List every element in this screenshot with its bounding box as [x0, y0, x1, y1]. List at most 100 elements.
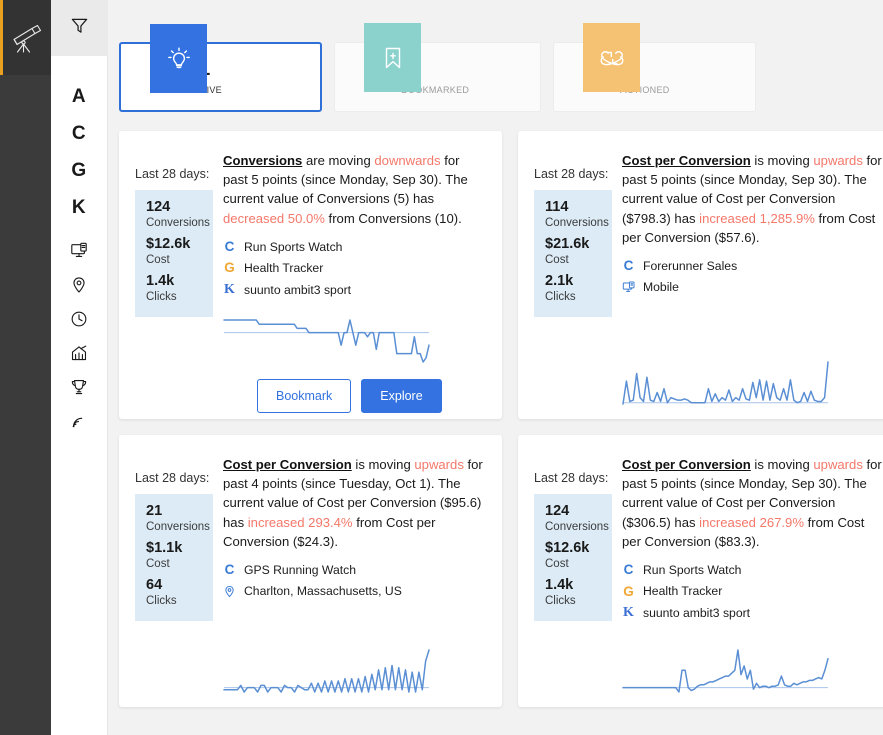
icon-sidebar: A C G K	[50, 0, 108, 735]
sparkline-chart	[534, 647, 883, 695]
dimension-label: Charlton, Massachusetts, US	[244, 584, 402, 599]
signal-rss-icon	[70, 412, 88, 430]
metric-value: 64	[146, 577, 163, 594]
sidebar-item-time[interactable]	[51, 302, 108, 336]
insight-sentence: Cost per Conversion is moving upwards fo…	[223, 455, 486, 551]
sentence-delta: increased 293.4%	[247, 514, 353, 530]
dimension-badge-k: K	[623, 605, 634, 621]
explore-button[interactable]: Explore	[361, 378, 442, 413]
sparkline-chart	[135, 317, 486, 365]
metric-value: $12.6k	[545, 540, 590, 557]
card-actions: Bookmark Explore	[135, 378, 486, 413]
dimension-row: Ksuunto ambit3 sport	[223, 282, 486, 297]
dimension-badge-g: G	[623, 583, 634, 599]
metrics-heading: Last 28 days:	[135, 471, 210, 485]
insight-card-body: Last 28 days: 124 Conversions $12.6k Cost 1.4…	[135, 145, 486, 317]
sidebar-item-location[interactable]	[51, 268, 108, 302]
metrics-heading: Last 28 days:	[534, 167, 609, 181]
main-content: 21 Active 1 Bookmarked	[108, 0, 883, 735]
sentence-tail: from Conversions (10).	[324, 210, 462, 226]
metric-name: Cost	[545, 557, 569, 570]
insight-card[interactable]: Last 28 days: 114 Conversions $21.6k Cost 2.1…	[518, 131, 883, 419]
location-pin-icon	[70, 276, 88, 294]
sentence-trend: upwards	[414, 457, 464, 472]
dimension-row: Charlton, Massachusetts, US	[223, 585, 486, 598]
sidebar-item-k[interactable]: K	[51, 189, 108, 226]
dimension-badge-c: C	[623, 562, 634, 578]
sentence-trend: downwards	[374, 153, 441, 168]
dimension-list: C Forerunner Sales Mobile	[622, 259, 883, 294]
metric-value: 124	[146, 199, 171, 215]
sentence-metric-name[interactable]: Cost per Conversion	[223, 457, 352, 472]
metric-value: 114	[545, 199, 569, 215]
sentence-metric-name[interactable]: Cost per Conversion	[622, 457, 751, 472]
status-icon-active	[150, 24, 207, 93]
sidebar-item-feed[interactable]	[51, 404, 108, 438]
dimension-list: C Run Sports Watch G Health Tracker Ksuunto …	[622, 563, 883, 620]
device-monitor-icon	[622, 281, 635, 294]
bookmark-icon	[379, 44, 407, 72]
dimension-label: Health Tracker	[643, 584, 723, 599]
status-icon-actioned	[583, 23, 640, 92]
telescope-logo[interactable]	[0, 0, 51, 75]
metric-value: 2.1k	[545, 273, 574, 290]
sentence-trend: upwards	[813, 457, 863, 472]
insight-card-grid: Last 28 days: 124 Conversions $12.6k Cost 1.4…	[119, 131, 883, 707]
dimension-label: suunto ambit3 sport	[244, 282, 352, 297]
sidebar-item-g[interactable]: G	[51, 152, 108, 189]
metrics-panel: Last 28 days: 124 Conversions $12.6k Cost 1.4…	[135, 145, 213, 317]
sentence-delta: increased 1,285.9%	[699, 210, 815, 226]
device-monitor-icon	[70, 242, 88, 260]
metric-name: Cost	[146, 253, 170, 266]
sentence-lead: is moving	[351, 457, 415, 472]
telescope-icon	[9, 22, 45, 54]
metrics-panel: Last 28 days: 114 Conversions $21.6k Cost 2.1…	[534, 145, 612, 317]
bar-chart-icon	[70, 344, 88, 362]
metric-value: 124	[545, 503, 570, 519]
metric-name: Conversions	[545, 216, 609, 229]
bookmark-button[interactable]: Bookmark	[257, 378, 352, 413]
insight-card-body: Last 28 days: 114 Conversions $21.6k Cost 2.1…	[534, 145, 883, 317]
trophy-icon	[70, 378, 88, 396]
sentence-trend: upwards	[813, 153, 863, 168]
dimension-label: Run Sports Watch	[643, 562, 742, 577]
metric-name: Conversions	[146, 520, 210, 533]
sidebar-item-achievements[interactable]	[51, 370, 108, 404]
dimension-badge-c: C	[224, 562, 235, 578]
status-card-row: 21 Active 1 Bookmarked	[119, 22, 883, 112]
sentence-metric-name[interactable]: Conversions	[223, 153, 302, 168]
status-card-bookmarked[interactable]: 1 Bookmarked	[334, 23, 541, 112]
dimension-row: C Run Sports Watch	[223, 240, 486, 254]
metric-name: Clicks	[146, 595, 177, 608]
status-card-active[interactable]: 21 Active	[119, 24, 322, 112]
dimension-badge-g: G	[224, 260, 235, 276]
metrics-panel: Last 28 days: 21 Conversions $1.1k Cost 64 Cli…	[135, 449, 213, 621]
metric-name: Cost	[146, 557, 170, 570]
metric-name: Conversions	[146, 216, 210, 229]
status-icon-bookmarked	[364, 23, 421, 92]
dimension-label: Health Tracker	[244, 261, 324, 276]
insight-card-body: Last 28 days: 124 Conversions $12.6k Cost 1.4…	[534, 449, 883, 628]
metric-value: 21	[146, 503, 163, 519]
insight-card[interactable]: Last 28 days: 124 Conversions $12.6k Cost 1.4…	[119, 131, 502, 419]
metric-name: Clicks	[545, 595, 576, 608]
filter-button[interactable]	[50, 0, 108, 56]
sentence-delta: decreased 50.0%	[223, 210, 325, 226]
sentence-lead: are moving	[302, 153, 375, 168]
dimension-row: Mobile	[622, 281, 883, 294]
metric-name: Clicks	[146, 291, 177, 304]
dimension-badge-c: C	[224, 238, 235, 254]
insight-card[interactable]: Last 28 days: 21 Conversions $1.1k Cost 64 Cli…	[119, 435, 502, 707]
sentence-metric-name[interactable]: Cost per Conversion	[622, 153, 751, 168]
sidebar-item-device[interactable]	[51, 234, 108, 268]
insight-card[interactable]: Last 28 days: 124 Conversions $12.6k Cost 1.4…	[518, 435, 883, 707]
metric-value: $12.6k	[146, 236, 191, 253]
sidebar-item-c[interactable]: C	[51, 115, 108, 152]
insight-text-column: Cost per Conversion is moving upwards fo…	[223, 449, 486, 621]
brand-rail	[0, 0, 51, 735]
sidebar-item-performance[interactable]	[51, 336, 108, 370]
sidebar-item-a[interactable]: A	[51, 78, 108, 115]
dimension-row: Ksuunto ambit3 sport	[622, 606, 883, 620]
status-card-actioned[interactable]: 2 Actioned	[553, 23, 756, 112]
dimension-label: Run Sports Watch	[244, 239, 343, 254]
